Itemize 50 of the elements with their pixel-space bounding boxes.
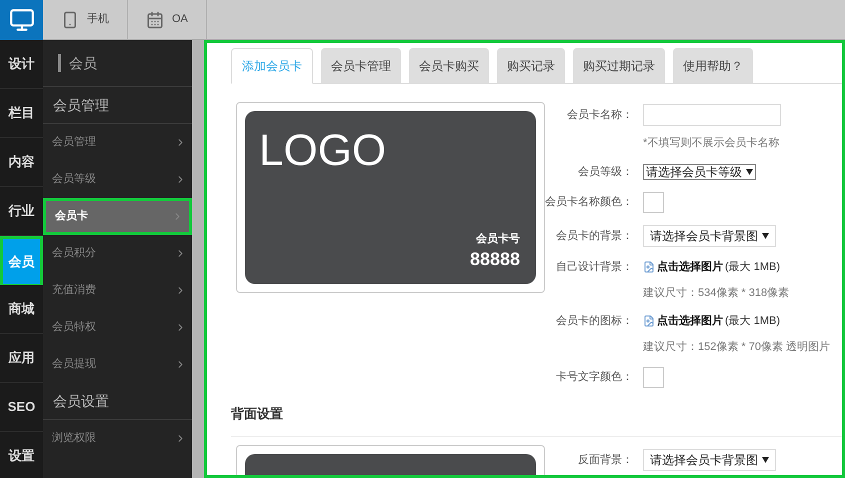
field-label: 会员卡名称颜色： (544, 194, 634, 210)
desktop-tab[interactable] (0, 0, 43, 40)
sidebar-item[interactable]: 会员管理 (43, 124, 192, 161)
top-tab[interactable]: 手机 (43, 0, 128, 39)
tab[interactable]: 购买过期记录 (573, 48, 665, 83)
sidebar-item[interactable]: 会员等级 (43, 161, 192, 198)
field-label: 反面背景： (577, 452, 634, 468)
field-label: 会员等级： (577, 164, 634, 180)
caret-down-icon (762, 233, 769, 239)
tab[interactable]: 使用帮助？ (673, 48, 753, 83)
monitor-icon (8, 7, 34, 33)
caret-down-icon (746, 168, 753, 175)
top-tab[interactable]: OA (128, 0, 207, 39)
caret-down-icon (762, 457, 769, 463)
file-picker[interactable]: 点击选择图片 (最大 1MB) (643, 313, 780, 330)
field-label: 会员卡的图标： (555, 314, 634, 329)
field-hint: 建议尺寸：152像素 * 70像素 透明图片 (643, 340, 830, 354)
field-hint: 建议尺寸：534像素 * 318像素 (643, 286, 790, 300)
tab[interactable]: 会员卡管理 (321, 48, 401, 83)
dropdown[interactable]: 请选择会员卡背景图 (643, 225, 776, 247)
phone-icon (61, 10, 79, 28)
field-label: 会员卡名称： (566, 108, 634, 123)
sidebar-title: 会员 (69, 54, 97, 72)
sidebar-item[interactable]: 会员特权 (43, 309, 192, 346)
tab[interactable]: 会员卡购买 (409, 48, 489, 83)
section-heading: 背面设置 (231, 406, 283, 421)
color-picker[interactable] (643, 192, 664, 213)
section-title: 会员设置 (53, 392, 109, 410)
sidebar-item[interactable]: 会员积分 (43, 235, 192, 272)
field-label: 卡号文字颜色： (555, 370, 634, 386)
image-file-icon (643, 315, 655, 328)
image-file-icon (643, 261, 655, 274)
sidebar-item[interactable]: 会员卡 (43, 198, 192, 235)
field-hint: *不填写则不展示会员卡名称 (643, 136, 780, 151)
field-label: 会员卡的背景： (555, 228, 634, 244)
file-picker[interactable]: 点击选择图片 (最大 1MB) (643, 259, 780, 276)
field-label: 自己设计背景： (555, 260, 634, 275)
calendar-icon (146, 10, 164, 28)
card-logo: LOGO (259, 129, 388, 173)
card-number: 88888 (470, 248, 520, 270)
section-title: 会员管理 (53, 96, 109, 114)
sidebar-item[interactable]: 浏览权限 (43, 420, 192, 457)
sidebar-item[interactable]: 充值消费 (43, 272, 192, 309)
tab[interactable]: 购买记录 (497, 48, 565, 83)
card-name-input[interactable] (643, 104, 781, 126)
dropdown[interactable]: 请选择会员卡背景图 (643, 449, 776, 471)
dropdown[interactable]: 请选择会员卡等级 (643, 164, 756, 180)
color-picker[interactable] (643, 367, 664, 388)
sidebar-item[interactable]: 会员提现 (43, 346, 192, 383)
card-number-label: 会员卡号 (476, 232, 520, 247)
